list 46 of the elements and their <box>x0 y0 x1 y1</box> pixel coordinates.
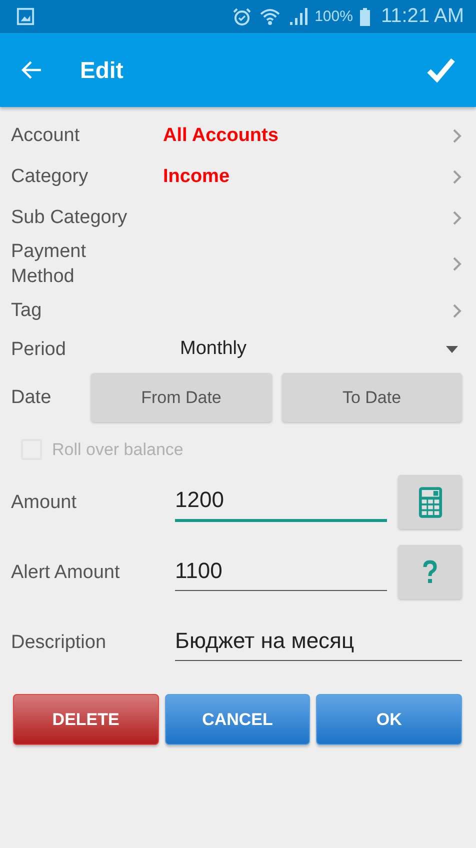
field-label: Account <box>11 124 81 148</box>
selector-row[interactable]: Sub Category <box>11 197 462 238</box>
field-label: Payment Method <box>11 240 87 289</box>
input-field[interactable]: 1200 <box>175 482 387 522</box>
delete-button[interactable]: DELETE <box>13 694 159 745</box>
clock-time: 11:21 AM <box>380 5 464 28</box>
help-button[interactable] <box>398 545 462 599</box>
field-label: Date <box>11 386 52 410</box>
image-icon <box>16 7 35 26</box>
input-field[interactable]: 1100 <box>175 554 387 590</box>
input-field[interactable]: Бюджет на месяц <box>175 624 462 660</box>
selector-row[interactable]: Category Income <box>11 156 462 197</box>
chevron-right-icon <box>452 168 462 184</box>
signal-icon <box>288 6 308 26</box>
field-label: Sub Category <box>11 206 128 230</box>
chevron-right-icon <box>452 302 462 318</box>
action-button[interactable]: CANCEL <box>164 694 310 745</box>
field-label: Amount <box>11 490 78 514</box>
field-label: Alert Amount <box>11 560 121 584</box>
date-button[interactable]: From Date <box>91 373 272 422</box>
selected-value: All Accounts <box>163 124 278 146</box>
field-label: Tag <box>11 299 43 323</box>
field-label: Description <box>11 630 108 654</box>
action-button[interactable]: OK <box>316 694 462 745</box>
checkbox-label: Roll over balance <box>52 440 184 460</box>
selector-row[interactable]: Tag <box>11 290 462 331</box>
date-button[interactable]: To Date <box>282 373 462 422</box>
calculator-button[interactable] <box>398 475 462 529</box>
field-label: Period <box>11 338 67 362</box>
wifi-icon <box>258 6 281 26</box>
chevron-right-icon <box>452 256 462 272</box>
screen-title: Edit <box>80 56 124 84</box>
dropdown-arrow-icon <box>446 346 458 352</box>
chevron-right-icon <box>452 210 462 226</box>
selector-row[interactable]: Payment Method <box>11 238 462 290</box>
period-dropdown[interactable]: Monthly <box>180 338 462 360</box>
selected-value: Income <box>163 166 230 188</box>
battery-percent: 100% <box>314 8 353 25</box>
alarm-icon <box>232 6 252 26</box>
question-mark-icon <box>422 560 438 584</box>
calculator-icon <box>418 486 442 518</box>
chevron-right-icon <box>452 128 462 144</box>
checkmark-icon <box>426 57 456 83</box>
selector-row[interactable]: Account All Accounts <box>11 115 462 156</box>
battery-icon <box>360 6 370 26</box>
field-label: Category <box>11 165 90 189</box>
